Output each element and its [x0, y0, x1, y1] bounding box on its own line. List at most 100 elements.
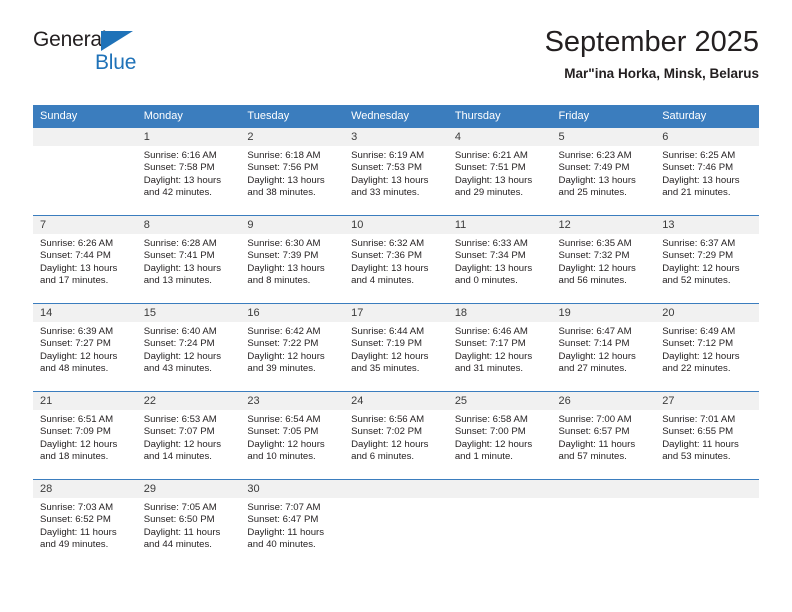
calendar-day-cell[interactable]: 25 Sunrise: 6:58 AM Sunset: 7:00 PM Dayligh…	[447, 391, 552, 480]
sunrise-text: Sunrise: 6:47 AM	[558, 326, 632, 337]
calendar-day-cell[interactable]: 22 Sunrise: 6:53 AM Sunset: 7:07 PM Dayligh…	[136, 391, 241, 480]
sunset-text: Sunset: 7:51 PM	[454, 162, 526, 174]
calendar-day-cell[interactable]: 30 Sunrise: 7:07 AM Sunset: 6:47 PM Dayligh…	[240, 479, 345, 568]
day-cell-inner: 15 Sunrise: 6:40 AM Sunset: 7:24 PM Dayligh…	[136, 304, 241, 391]
day-cell-inner	[33, 128, 137, 215]
calendar-day-cell[interactable]: 5 Sunrise: 6:23 AM Sunset: 7:49 PM Daylight…	[551, 127, 656, 216]
calendar-day-cell[interactable]: 3 Sunrise: 6:19 AM Sunset: 7:53 PM Daylight…	[344, 127, 448, 216]
day-cell-inner: 14 Sunrise: 6:39 AM Sunset: 7:27 PM Dayligh…	[33, 304, 137, 391]
calendar-day-cell[interactable]: 18 Sunrise: 6:46 AM Sunset: 7:17 PM Dayligh…	[447, 303, 552, 392]
day-number: 1	[136, 128, 241, 146]
calendar-day-cell[interactable]: 15 Sunrise: 6:40 AM Sunset: 7:24 PM Dayligh…	[136, 303, 241, 392]
day-details: Sunrise: 6:25 AM Sunset: 7:46 PM Daylight:…	[655, 146, 759, 199]
title-block: September 2025 Mar"ina Horka, Minsk, Bel…	[545, 24, 759, 84]
daylight-text: Daylight: 11 hours and 40 minutes.	[247, 526, 325, 550]
calendar-day-cell[interactable]: 2 Sunrise: 6:18 AM Sunset: 7:56 PM Daylight…	[240, 127, 345, 216]
day-number: 19	[551, 304, 656, 322]
sunrise-text: Sunrise: 6:32 AM	[351, 238, 425, 249]
sunset-text: Sunset: 7:24 PM	[143, 338, 215, 350]
calendar-day-cell[interactable]: 23 Sunrise: 6:54 AM Sunset: 7:05 PM Dayligh…	[240, 391, 345, 480]
calendar-day-cell[interactable]: 24 Sunrise: 6:56 AM Sunset: 7:02 PM Dayligh…	[344, 391, 448, 480]
day-details	[552, 498, 656, 502]
day-details: Sunrise: 6:28 AM Sunset: 7:41 PM Daylight:…	[137, 234, 241, 287]
day-cell-inner: 11 Sunrise: 6:33 AM Sunset: 7:34 PM Dayligh…	[447, 216, 552, 303]
sunrise-text: Sunrise: 7:03 AM	[40, 502, 114, 513]
calendar-day-cell[interactable]: 1 Sunrise: 6:16 AM Sunset: 7:58 PM Daylight…	[136, 127, 241, 216]
calendar-day-cell[interactable]: 13 Sunrise: 6:37 AM Sunset: 7:29 PM Dayligh…	[655, 215, 759, 304]
sunrise-text: Sunrise: 6:42 AM	[247, 326, 321, 337]
sunset-text: Sunset: 7:29 PM	[662, 250, 734, 262]
weekday-header-row: Sunday Monday Tuesday Wednesday Thursday…	[33, 105, 759, 128]
day-details: Sunrise: 6:30 AM Sunset: 7:39 PM Daylight:…	[240, 234, 344, 287]
calendar-day-cell[interactable]: 6 Sunrise: 6:25 AM Sunset: 7:46 PM Daylight…	[655, 127, 759, 216]
day-cell-inner: 17 Sunrise: 6:44 AM Sunset: 7:19 PM Dayligh…	[344, 304, 448, 391]
day-cell-inner: 30 Sunrise: 7:07 AM Sunset: 6:47 PM Dayligh…	[240, 480, 345, 568]
calendar-day-cell[interactable]: 7 Sunrise: 6:26 AM Sunset: 7:44 PM Daylight…	[33, 215, 137, 304]
weekday-header-saturday: Saturday	[655, 105, 759, 128]
day-number: 5	[551, 128, 656, 146]
daylight-text: Daylight: 12 hours and 27 minutes.	[558, 350, 636, 374]
day-number: 30	[240, 480, 345, 498]
day-details: Sunrise: 6:47 AM Sunset: 7:14 PM Daylight:…	[552, 322, 656, 375]
daylight-text: Daylight: 13 hours and 17 minutes.	[40, 262, 118, 286]
calendar-day-cell[interactable]: 28 Sunrise: 7:03 AM Sunset: 6:52 PM Dayligh…	[33, 479, 137, 568]
sunset-text: Sunset: 7:56 PM	[247, 162, 319, 174]
calendar-day-cell[interactable]: 12 Sunrise: 6:35 AM Sunset: 7:32 PM Dayligh…	[551, 215, 656, 304]
brand-logo[interactable]: General Blue	[33, 28, 233, 84]
day-cell-inner: 12 Sunrise: 6:35 AM Sunset: 7:32 PM Dayligh…	[551, 216, 656, 303]
sunset-text: Sunset: 7:12 PM	[662, 338, 734, 350]
calendar-day-cell[interactable]: 8 Sunrise: 6:28 AM Sunset: 7:41 PM Daylight…	[136, 215, 241, 304]
sunset-text: Sunset: 7:58 PM	[143, 162, 215, 174]
day-details: Sunrise: 6:46 AM Sunset: 7:17 PM Daylight:…	[448, 322, 552, 375]
calendar-day-cell[interactable]: 9 Sunrise: 6:30 AM Sunset: 7:39 PM Daylight…	[240, 215, 345, 304]
daylight-text: Daylight: 13 hours and 8 minutes.	[247, 262, 325, 286]
brand-name-blue: Blue	[95, 51, 137, 74]
day-details	[655, 498, 759, 502]
calendar-body: 1 Sunrise: 6:16 AM Sunset: 7:58 PM Daylight…	[33, 127, 759, 568]
calendar-day-cell[interactable]: 19 Sunrise: 6:47 AM Sunset: 7:14 PM Dayligh…	[551, 303, 656, 392]
calendar-day-cell[interactable]: 10 Sunrise: 6:32 AM Sunset: 7:36 PM Dayligh…	[344, 215, 448, 304]
calendar-day-cell-empty	[344, 479, 448, 568]
day-number	[33, 128, 137, 146]
calendar-day-cell-empty	[447, 479, 552, 568]
calendar-day-cell[interactable]: 27 Sunrise: 7:01 AM Sunset: 6:55 PM Dayligh…	[655, 391, 759, 480]
day-cell-inner: 5 Sunrise: 6:23 AM Sunset: 7:49 PM Daylight…	[551, 128, 656, 215]
page-header: General Blue September 2025 Mar"ina Hork…	[33, 26, 759, 98]
sunset-text: Sunset: 7:17 PM	[454, 338, 526, 350]
calendar-day-cell[interactable]: 11 Sunrise: 6:33 AM Sunset: 7:34 PM Dayligh…	[447, 215, 552, 304]
daylight-text: Daylight: 11 hours and 44 minutes.	[143, 526, 221, 550]
day-cell-inner: 16 Sunrise: 6:42 AM Sunset: 7:22 PM Dayligh…	[240, 304, 345, 391]
day-number: 22	[136, 392, 241, 410]
daylight-text: Daylight: 13 hours and 25 minutes.	[558, 174, 636, 198]
weekday-header-wednesday: Wednesday	[344, 105, 448, 128]
sunrise-text: Sunrise: 6:46 AM	[454, 326, 528, 337]
calendar-week-row: 1 Sunrise: 6:16 AM Sunset: 7:58 PM Daylight…	[33, 127, 759, 216]
day-details: Sunrise: 6:39 AM Sunset: 7:27 PM Daylight:…	[33, 322, 137, 375]
calendar-day-cell[interactable]: 20 Sunrise: 6:49 AM Sunset: 7:12 PM Dayligh…	[655, 303, 759, 392]
day-details: Sunrise: 7:01 AM Sunset: 6:55 PM Daylight:…	[655, 410, 759, 463]
calendar-page: General Blue September 2025 Mar"ina Hork…	[0, 0, 792, 612]
sunrise-text: Sunrise: 7:01 AM	[662, 414, 736, 425]
day-cell-inner: 13 Sunrise: 6:37 AM Sunset: 7:29 PM Dayligh…	[655, 216, 759, 303]
calendar-day-cell[interactable]: 16 Sunrise: 6:42 AM Sunset: 7:22 PM Dayligh…	[240, 303, 345, 392]
calendar-day-cell[interactable]: 21 Sunrise: 6:51 AM Sunset: 7:09 PM Dayligh…	[33, 391, 137, 480]
sunrise-text: Sunrise: 6:44 AM	[351, 326, 425, 337]
sunrise-text: Sunrise: 7:07 AM	[247, 502, 321, 513]
sunset-text: Sunset: 7:00 PM	[454, 426, 526, 438]
calendar-day-cell[interactable]: 14 Sunrise: 6:39 AM Sunset: 7:27 PM Dayligh…	[33, 303, 137, 392]
day-details: Sunrise: 6:19 AM Sunset: 7:53 PM Daylight:…	[344, 146, 448, 199]
calendar-day-cell[interactable]: 26 Sunrise: 7:00 AM Sunset: 6:57 PM Dayligh…	[551, 391, 656, 480]
calendar-week-row: 21 Sunrise: 6:51 AM Sunset: 7:09 PM Dayligh…	[33, 391, 759, 480]
day-cell-inner: 9 Sunrise: 6:30 AM Sunset: 7:39 PM Daylight…	[240, 216, 345, 303]
sunrise-text: Sunrise: 6:16 AM	[143, 150, 217, 161]
calendar-day-cell[interactable]: 29 Sunrise: 7:05 AM Sunset: 6:50 PM Dayligh…	[136, 479, 241, 568]
day-number: 20	[655, 304, 759, 322]
daylight-text: Daylight: 12 hours and 39 minutes.	[247, 350, 325, 374]
day-details: Sunrise: 6:40 AM Sunset: 7:24 PM Daylight:…	[137, 322, 241, 375]
calendar-day-cell[interactable]: 17 Sunrise: 6:44 AM Sunset: 7:19 PM Dayligh…	[344, 303, 448, 392]
day-number	[344, 480, 448, 498]
calendar-week-row: 28 Sunrise: 7:03 AM Sunset: 6:52 PM Dayligh…	[33, 479, 759, 568]
daylight-text: Daylight: 13 hours and 42 minutes.	[143, 174, 222, 198]
day-cell-inner	[344, 480, 448, 568]
calendar-day-cell[interactable]: 4 Sunrise: 6:21 AM Sunset: 7:51 PM Daylight…	[447, 127, 552, 216]
